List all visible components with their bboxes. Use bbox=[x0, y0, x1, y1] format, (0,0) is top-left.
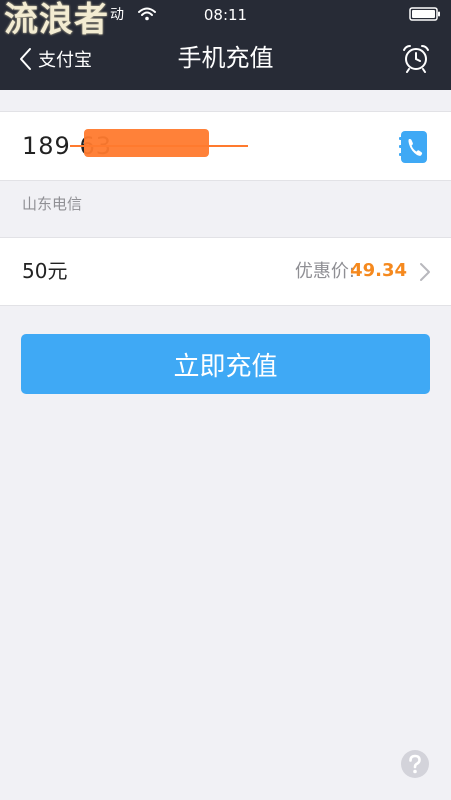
recharge-amount-row[interactable]: 50元 优惠价: 49.34 bbox=[0, 237, 451, 306]
battery-icon bbox=[409, 7, 440, 21]
recharge-now-button[interactable]: 立即充值 bbox=[21, 334, 430, 394]
status-time: 08:11 bbox=[203, 6, 248, 24]
page-title: 手机充值 bbox=[177, 44, 274, 72]
help-question-icon[interactable] bbox=[400, 749, 430, 779]
contacts-phone-icon[interactable] bbox=[399, 130, 429, 164]
app-header: 流浪者 动 08:11 支付宝 手机充值 bbox=[0, 0, 451, 90]
amount-value: 50元 bbox=[22, 259, 68, 283]
chevron-right-icon bbox=[420, 263, 430, 281]
status-bar: 流浪者 动 08:11 bbox=[0, 0, 451, 40]
carrier-label: 山东电信 bbox=[22, 195, 83, 213]
redaction-stroke bbox=[70, 145, 248, 147]
discount-label: 优惠价: bbox=[294, 261, 355, 282]
phone-number-row[interactable]: 189 63 bbox=[0, 111, 451, 181]
alarm-clock-icon[interactable] bbox=[401, 43, 431, 73]
redaction-mark bbox=[84, 129, 209, 157]
discount-price: 49.34 bbox=[350, 260, 407, 281]
